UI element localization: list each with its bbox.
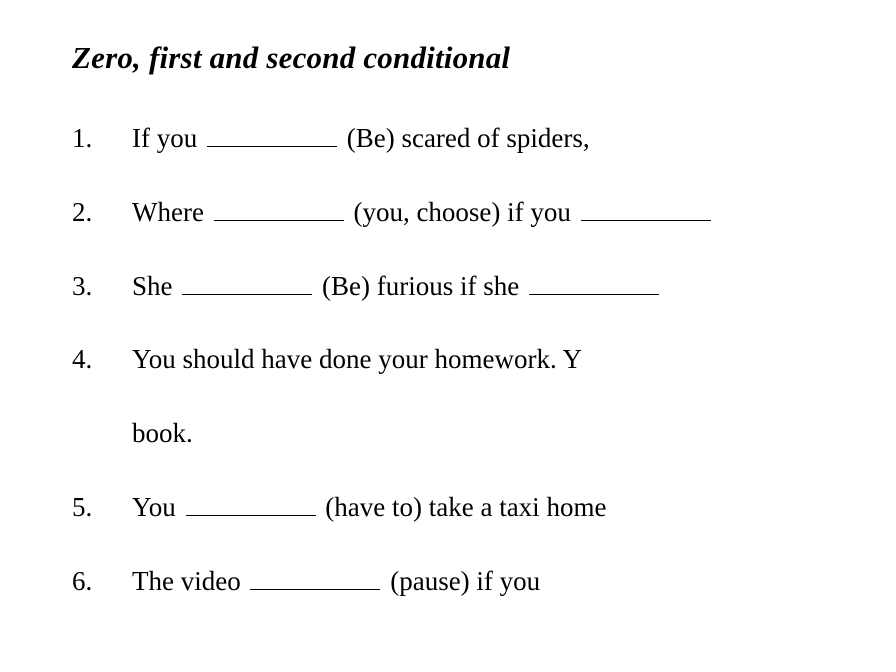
q6-text-a: The video xyxy=(132,566,241,596)
q5-text-a: You xyxy=(132,492,176,522)
q3-blank-2[interactable] xyxy=(529,270,659,294)
q3-text-a: She xyxy=(132,271,173,301)
q1-text-a: If you xyxy=(132,123,197,153)
q4-line-2: book. xyxy=(132,415,896,453)
question-1: If you (Be) scared of spiders, xyxy=(72,120,896,158)
question-6: The video (pause) if you xyxy=(72,563,896,601)
exercise-list: If you (Be) scared of spiders, Where (yo… xyxy=(72,120,896,601)
q1-blank-1[interactable] xyxy=(207,123,337,147)
q5-hint-1: (have to) take a taxi home xyxy=(325,492,606,522)
q1-hint-1: (Be) scared of spiders, xyxy=(347,123,590,153)
worksheet-title: Zero, first and second conditional xyxy=(72,40,896,76)
q5-blank-1[interactable] xyxy=(186,492,316,516)
question-4: You should have done your homework. Y bo… xyxy=(72,341,896,453)
q3-blank-1[interactable] xyxy=(182,270,312,294)
q6-blank-1[interactable] xyxy=(250,565,380,589)
q2-text-a: Where xyxy=(132,197,204,227)
question-5: You (have to) take a taxi home xyxy=(72,489,896,527)
q3-hint-1: (Be) furious if she xyxy=(322,271,519,301)
question-2: Where (you, choose) if you xyxy=(72,194,896,232)
q2-blank-2[interactable] xyxy=(581,197,711,221)
q2-blank-1[interactable] xyxy=(214,197,344,221)
q2-hint-1: (you, choose) if you xyxy=(353,197,570,227)
q6-hint-1: (pause) if you xyxy=(390,566,540,596)
question-3: She (Be) furious if she xyxy=(72,268,896,306)
q4-line-1: You should have done your homework. Y xyxy=(132,344,582,374)
